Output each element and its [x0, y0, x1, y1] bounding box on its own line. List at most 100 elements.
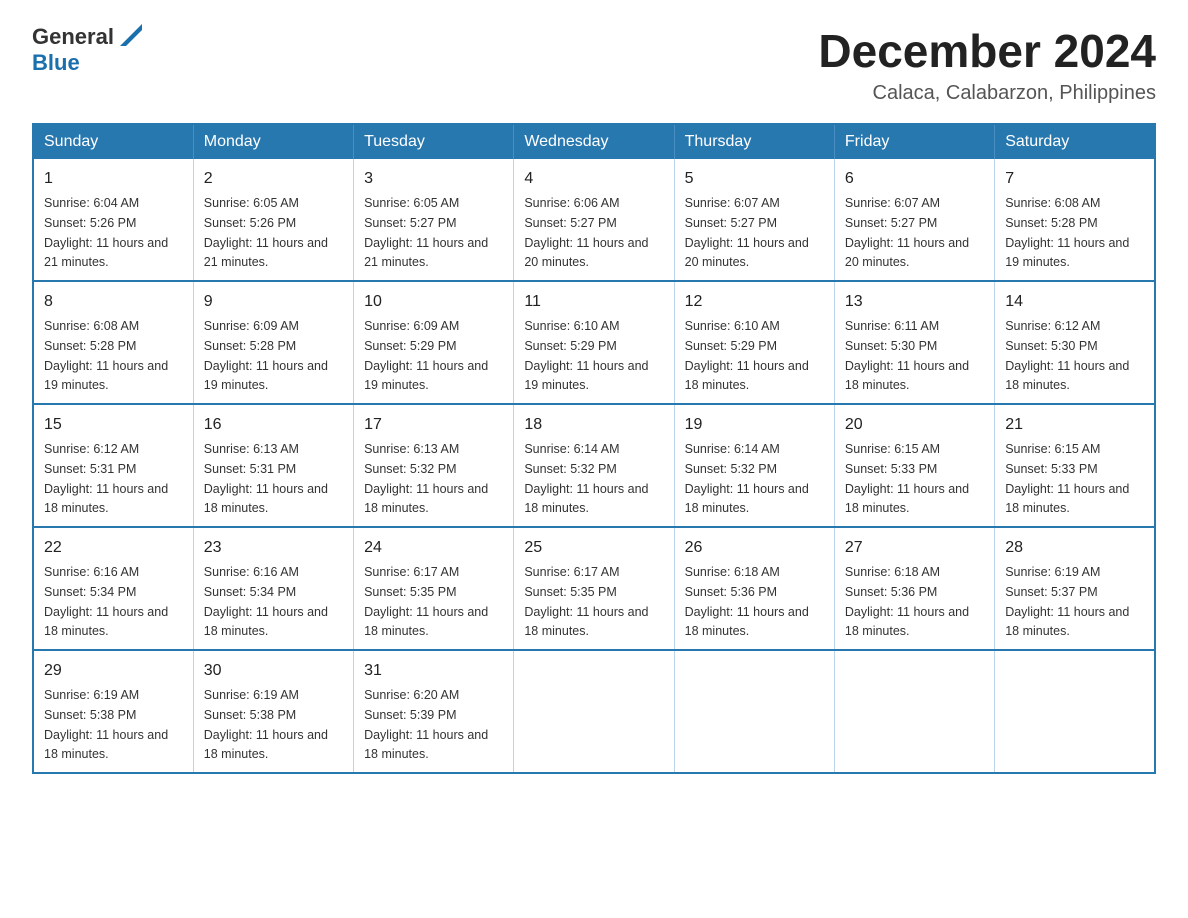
- logo-general-text: General: [32, 24, 114, 50]
- calendar-header-monday: Monday: [193, 124, 353, 159]
- day-info: Sunrise: 6:14 AMSunset: 5:32 PMDaylight:…: [524, 442, 648, 515]
- day-info: Sunrise: 6:08 AMSunset: 5:28 PMDaylight:…: [1005, 196, 1129, 269]
- day-number: 18: [524, 413, 663, 437]
- day-number: 1: [44, 167, 183, 191]
- calendar-header-sunday: Sunday: [33, 124, 193, 159]
- calendar-cell: 5 Sunrise: 6:07 AMSunset: 5:27 PMDaylight…: [674, 159, 834, 281]
- day-info: Sunrise: 6:04 AMSunset: 5:26 PMDaylight:…: [44, 196, 168, 269]
- calendar-cell: 4 Sunrise: 6:06 AMSunset: 5:27 PMDaylight…: [514, 159, 674, 281]
- day-number: 11: [524, 290, 663, 314]
- calendar-header-friday: Friday: [834, 124, 994, 159]
- day-number: 31: [364, 659, 503, 683]
- day-number: 7: [1005, 167, 1144, 191]
- day-number: 26: [685, 536, 824, 560]
- calendar-cell: 14 Sunrise: 6:12 AMSunset: 5:30 PMDayligh…: [995, 281, 1155, 404]
- day-number: 15: [44, 413, 183, 437]
- day-info: Sunrise: 6:19 AMSunset: 5:38 PMDaylight:…: [204, 688, 328, 761]
- calendar-cell: 6Sunrise: 6:07 AMSunset: 5:27 PMDaylight…: [834, 159, 994, 281]
- day-info: Sunrise: 6:10 AMSunset: 5:29 PMDaylight:…: [685, 319, 809, 392]
- day-info: Sunrise: 6:06 AMSunset: 5:27 PMDaylight:…: [524, 196, 648, 269]
- day-info: Sunrise: 6:11 AMSunset: 5:30 PMDaylight:…: [845, 319, 969, 392]
- calendar-week-row: 15 Sunrise: 6:12 AMSunset: 5:31 PMDayligh…: [33, 404, 1155, 527]
- day-info: Sunrise: 6:18 AMSunset: 5:36 PMDaylight:…: [845, 565, 969, 638]
- day-number: 12: [685, 290, 824, 314]
- day-info: Sunrise: 6:15 AMSunset: 5:33 PMDaylight:…: [845, 442, 969, 515]
- day-info: Sunrise: 6:09 AMSunset: 5:29 PMDaylight:…: [364, 319, 488, 392]
- day-number: 14: [1005, 290, 1144, 314]
- calendar-table: SundayMondayTuesdayWednesdayThursdayFrid…: [32, 123, 1156, 774]
- calendar-cell: [834, 650, 994, 773]
- calendar-header-tuesday: Tuesday: [354, 124, 514, 159]
- day-number: 21: [1005, 413, 1144, 437]
- day-info: Sunrise: 6:16 AMSunset: 5:34 PMDaylight:…: [204, 565, 328, 638]
- calendar-cell: [995, 650, 1155, 773]
- day-number: 10: [364, 290, 503, 314]
- calendar-cell: 13 Sunrise: 6:11 AMSunset: 5:30 PMDayligh…: [834, 281, 994, 404]
- day-number: 25: [524, 536, 663, 560]
- day-number: 5: [685, 167, 824, 191]
- day-number: 24: [364, 536, 503, 560]
- calendar-cell: 18 Sunrise: 6:14 AMSunset: 5:32 PMDayligh…: [514, 404, 674, 527]
- calendar-cell: 16Sunrise: 6:13 AMSunset: 5:31 PMDayligh…: [193, 404, 353, 527]
- day-info: Sunrise: 6:12 AMSunset: 5:30 PMDaylight:…: [1005, 319, 1129, 392]
- calendar-header-saturday: Saturday: [995, 124, 1155, 159]
- day-info: Sunrise: 6:12 AMSunset: 5:31 PMDaylight:…: [44, 442, 168, 515]
- day-info: Sunrise: 6:05 AMSunset: 5:27 PMDaylight:…: [364, 196, 488, 269]
- day-number: 20: [845, 413, 984, 437]
- day-number: 17: [364, 413, 503, 437]
- calendar-header-wednesday: Wednesday: [514, 124, 674, 159]
- calendar-cell: 31 Sunrise: 6:20 AMSunset: 5:39 PMDayligh…: [354, 650, 514, 773]
- calendar-cell: 12 Sunrise: 6:10 AMSunset: 5:29 PMDayligh…: [674, 281, 834, 404]
- day-info: Sunrise: 6:07 AMSunset: 5:27 PMDaylight:…: [845, 196, 969, 269]
- calendar-cell: 27 Sunrise: 6:18 AMSunset: 5:36 PMDayligh…: [834, 527, 994, 650]
- day-info: Sunrise: 6:10 AMSunset: 5:29 PMDaylight:…: [524, 319, 648, 392]
- calendar-header-thursday: Thursday: [674, 124, 834, 159]
- day-info: Sunrise: 6:08 AMSunset: 5:28 PMDaylight:…: [44, 319, 168, 392]
- day-number: 4: [524, 167, 663, 191]
- day-info: Sunrise: 6:17 AMSunset: 5:35 PMDaylight:…: [364, 565, 488, 638]
- day-info: Sunrise: 6:16 AMSunset: 5:34 PMDaylight:…: [44, 565, 168, 638]
- calendar-cell: 19Sunrise: 6:14 AMSunset: 5:32 PMDayligh…: [674, 404, 834, 527]
- calendar-week-row: 8Sunrise: 6:08 AMSunset: 5:28 PMDaylight…: [33, 281, 1155, 404]
- calendar-cell: 2Sunrise: 6:05 AMSunset: 5:26 PMDaylight…: [193, 159, 353, 281]
- calendar-week-row: 1 Sunrise: 6:04 AMSunset: 5:26 PMDaylight…: [33, 159, 1155, 281]
- calendar-cell: 8Sunrise: 6:08 AMSunset: 5:28 PMDaylight…: [33, 281, 193, 404]
- logo: General Blue: [32, 24, 142, 76]
- day-number: 27: [845, 536, 984, 560]
- calendar-cell: 17Sunrise: 6:13 AMSunset: 5:32 PMDayligh…: [354, 404, 514, 527]
- calendar-cell: 10 Sunrise: 6:09 AMSunset: 5:29 PMDayligh…: [354, 281, 514, 404]
- day-number: 9: [204, 290, 343, 314]
- calendar-cell: [514, 650, 674, 773]
- calendar-week-row: 29Sunrise: 6:19 AMSunset: 5:38 PMDayligh…: [33, 650, 1155, 773]
- calendar-cell: 26 Sunrise: 6:18 AMSunset: 5:36 PMDayligh…: [674, 527, 834, 650]
- calendar-cell: 21 Sunrise: 6:15 AMSunset: 5:33 PMDayligh…: [995, 404, 1155, 527]
- page-subtitle: Calaca, Calabarzon, Philippines: [818, 82, 1156, 105]
- day-info: Sunrise: 6:20 AMSunset: 5:39 PMDaylight:…: [364, 688, 488, 761]
- day-number: 19: [685, 413, 824, 437]
- title-area: December 2024 Calaca, Calabarzon, Philip…: [818, 24, 1156, 105]
- calendar-header-row: SundayMondayTuesdayWednesdayThursdayFrid…: [33, 124, 1155, 159]
- day-number: 16: [204, 413, 343, 437]
- day-number: 22: [44, 536, 183, 560]
- calendar-cell: 20 Sunrise: 6:15 AMSunset: 5:33 PMDayligh…: [834, 404, 994, 527]
- day-info: Sunrise: 6:05 AMSunset: 5:26 PMDaylight:…: [204, 196, 328, 269]
- day-info: Sunrise: 6:07 AMSunset: 5:27 PMDaylight:…: [685, 196, 809, 269]
- calendar-cell: 25 Sunrise: 6:17 AMSunset: 5:35 PMDayligh…: [514, 527, 674, 650]
- day-info: Sunrise: 6:19 AMSunset: 5:37 PMDaylight:…: [1005, 565, 1129, 638]
- page-title: December 2024: [818, 24, 1156, 78]
- calendar-cell: 28Sunrise: 6:19 AMSunset: 5:37 PMDayligh…: [995, 527, 1155, 650]
- calendar-cell: 22 Sunrise: 6:16 AMSunset: 5:34 PMDayligh…: [33, 527, 193, 650]
- calendar-cell: 30 Sunrise: 6:19 AMSunset: 5:38 PMDayligh…: [193, 650, 353, 773]
- calendar-cell: 3Sunrise: 6:05 AMSunset: 5:27 PMDaylight…: [354, 159, 514, 281]
- logo-triangle-icon: [120, 24, 142, 46]
- day-number: 30: [204, 659, 343, 683]
- calendar-cell: 9 Sunrise: 6:09 AMSunset: 5:28 PMDaylight…: [193, 281, 353, 404]
- page-header: General Blue December 2024 Calaca, Calab…: [32, 24, 1156, 105]
- day-info: Sunrise: 6:17 AMSunset: 5:35 PMDaylight:…: [524, 565, 648, 638]
- day-info: Sunrise: 6:18 AMSunset: 5:36 PMDaylight:…: [685, 565, 809, 638]
- day-number: 13: [845, 290, 984, 314]
- calendar-cell: 29Sunrise: 6:19 AMSunset: 5:38 PMDayligh…: [33, 650, 193, 773]
- day-info: Sunrise: 6:15 AMSunset: 5:33 PMDaylight:…: [1005, 442, 1129, 515]
- calendar-cell: 24 Sunrise: 6:17 AMSunset: 5:35 PMDayligh…: [354, 527, 514, 650]
- day-info: Sunrise: 6:09 AMSunset: 5:28 PMDaylight:…: [204, 319, 328, 392]
